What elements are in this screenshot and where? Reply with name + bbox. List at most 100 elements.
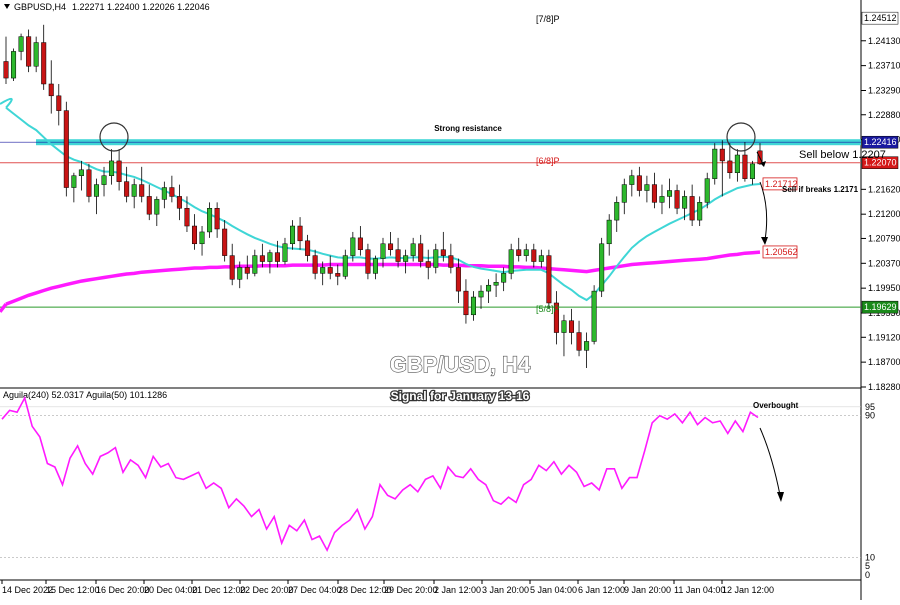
x-tick-label: 21 Dec 12:00	[192, 585, 246, 595]
candle-body	[734, 154, 740, 174]
candle-body	[704, 178, 710, 203]
candle-body	[403, 255, 409, 262]
candle-body	[101, 175, 107, 185]
murray-6-8-label: [6/8]P	[536, 156, 560, 166]
candle-body	[531, 249, 537, 262]
x-tick-label: 22 Dec 20:00	[240, 585, 294, 595]
candle-body	[697, 202, 703, 221]
ohlc-label: 1.22271 1.22400 1.22026 1.22046	[72, 2, 210, 12]
candle-body	[606, 219, 612, 245]
murray-7-8-label: [7/8]P	[536, 14, 560, 24]
candle-body	[629, 175, 635, 185]
candle-body	[26, 36, 32, 67]
chart-svg: GBPUSD,H4 1.22271 1.22400 1.22026 1.2204…	[0, 0, 900, 600]
candle-body	[214, 208, 220, 230]
candle-body	[651, 184, 657, 203]
candle-body	[161, 187, 167, 200]
candle-body	[749, 163, 755, 179]
candle-body	[267, 252, 273, 262]
chart-price-label: 1.20562	[765, 247, 798, 257]
candle-body	[742, 154, 748, 179]
candle-body	[727, 160, 733, 174]
candle-body	[237, 267, 243, 280]
x-tick-label: 5 Jan 04:00	[530, 585, 577, 595]
candle-body	[659, 196, 665, 203]
y-tick-label: 1.18700	[868, 357, 900, 367]
candle-body	[63, 110, 69, 188]
candle-body	[546, 255, 552, 304]
candle-body	[689, 196, 695, 221]
sell-below-annotation: Sell below 1.2207	[799, 149, 886, 161]
candle-body	[78, 169, 84, 176]
candle-body	[433, 249, 439, 268]
x-tick-label: 27 Dec 04:00	[288, 585, 342, 595]
candle-body	[448, 255, 454, 268]
candle-body	[191, 225, 198, 245]
resistance-label: Strong resistance	[434, 124, 502, 133]
candle-body	[455, 267, 461, 292]
candle-body	[18, 36, 24, 52]
overbought-label: Overbought	[753, 401, 799, 410]
candle-body	[501, 273, 507, 283]
x-tick-label: 11 Jan 04:00	[674, 585, 725, 595]
candle-body	[636, 175, 642, 191]
x-tick-label: 6 Jan 12:00	[578, 585, 625, 595]
candle-body	[139, 184, 145, 197]
y-tick-label: 1.19120	[868, 332, 900, 342]
candle-body	[290, 225, 296, 245]
candle-body	[259, 255, 265, 262]
candle-body	[335, 273, 341, 277]
candle-body	[470, 296, 476, 316]
candle-body	[508, 249, 514, 274]
candle-body	[109, 160, 115, 176]
y-tick-label: 1.21620	[868, 184, 900, 194]
candle-body	[176, 196, 182, 209]
candle-body	[372, 258, 378, 274]
candle-body	[124, 181, 130, 197]
candle-body	[274, 252, 280, 262]
candle-body	[486, 284, 492, 292]
y-tick-label: 1.23710	[868, 61, 900, 71]
candle-body	[667, 190, 673, 197]
candle-body	[440, 249, 446, 256]
y-tick-label: 1.20790	[868, 233, 900, 243]
candle-body	[425, 261, 431, 268]
candle-body	[116, 160, 122, 182]
candle-body	[131, 184, 137, 197]
background	[0, 0, 900, 600]
candle-body	[244, 267, 250, 274]
axis-price-label: 1.19629	[864, 302, 897, 312]
candle-body	[342, 255, 348, 277]
candle-body	[320, 267, 326, 274]
candle-body	[184, 208, 190, 227]
x-tick-label: 3 Jan 20:00	[482, 585, 529, 595]
candle-body	[614, 202, 620, 221]
candle-body	[229, 255, 235, 280]
overlay-subtitle: Signal for January 13-16	[391, 389, 530, 403]
candle-body	[252, 255, 258, 274]
x-tick-label: 16 Dec 20:00	[96, 585, 150, 595]
candle-body	[169, 187, 175, 197]
candle-body	[86, 169, 92, 197]
candle-body	[644, 184, 650, 191]
symbol-label: GBPUSD,H4	[14, 2, 66, 12]
candle-body	[674, 190, 680, 209]
y-tick-label: 1.20370	[868, 258, 900, 268]
candle-body	[584, 341, 590, 351]
sell-if-breaks-annotation: Sell if breaks 1.2171	[782, 185, 859, 194]
candle-body	[3, 61, 9, 79]
candle-body	[395, 249, 401, 262]
candle-body	[682, 196, 688, 209]
candle-body	[380, 243, 386, 259]
candle-body	[327, 267, 333, 274]
osc-tick-label: 90	[865, 411, 875, 421]
candle-body	[463, 290, 469, 316]
axis-price-label: 1.24512	[864, 13, 897, 23]
candle-body	[71, 175, 77, 188]
candle-body	[538, 255, 544, 262]
candle-body	[561, 320, 567, 333]
murray-5-8-label: [5/8]P	[536, 304, 560, 314]
candle-body	[388, 243, 394, 250]
candle-body	[523, 249, 529, 256]
candle-body	[11, 51, 17, 79]
